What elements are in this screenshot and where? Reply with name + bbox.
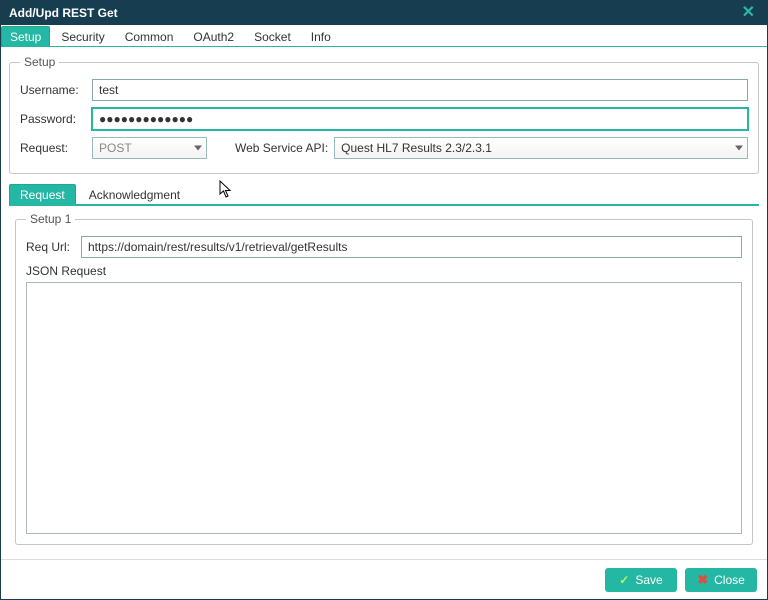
main-tabstrip: Setup Security Common OAuth2 Socket Info <box>1 25 767 47</box>
save-button[interactable]: ✓ Save <box>605 568 677 592</box>
close-label: Close <box>714 573 745 587</box>
username-label: Username: <box>20 83 92 97</box>
password-label: Password: <box>20 112 92 126</box>
json-request-textarea[interactable] <box>26 282 742 534</box>
password-input[interactable] <box>92 108 748 130</box>
tab-socket[interactable]: Socket <box>245 26 300 47</box>
tab-info[interactable]: Info <box>302 26 340 47</box>
json-request-label: JSON Request <box>26 264 742 278</box>
titlebar: Add/Upd REST Get ✕ <box>1 1 767 25</box>
webapi-value: Quest HL7 Results 2.3/2.3.1 <box>341 141 492 155</box>
request-combo[interactable]: POST <box>92 137 207 159</box>
close-icon[interactable]: ✕ <box>738 5 759 21</box>
close-icon: ✖ <box>697 572 708 588</box>
chevron-down-icon <box>194 146 202 151</box>
webapi-combo[interactable]: Quest HL7 Results 2.3/2.3.1 <box>334 137 748 159</box>
subtab-acknowledgment[interactable]: Acknowledgment <box>78 184 191 205</box>
setup1-group: Setup 1 Req Url: JSON Request <box>15 212 753 545</box>
dialog-window: Add/Upd REST Get ✕ Setup Security Common… <box>0 0 768 600</box>
footer: ✓ Save ✖ Close <box>1 559 767 599</box>
check-icon: ✓ <box>619 573 629 587</box>
tab-common[interactable]: Common <box>116 26 183 47</box>
setup-legend: Setup <box>20 55 59 69</box>
tab-setup[interactable]: Setup <box>1 26 50 47</box>
save-label: Save <box>635 573 662 587</box>
subtab-request[interactable]: Request <box>9 184 76 205</box>
username-input[interactable] <box>92 79 748 101</box>
sub-tabstrip: Request Acknowledgment <box>9 184 759 206</box>
chevron-down-icon <box>735 146 743 151</box>
requrl-input[interactable] <box>81 236 742 258</box>
tab-security[interactable]: Security <box>52 26 113 47</box>
webapi-label: Web Service API: <box>235 141 328 155</box>
requrl-label: Req Url: <box>26 240 81 254</box>
request-label: Request: <box>20 141 92 155</box>
tab-oauth2[interactable]: OAuth2 <box>184 26 243 47</box>
close-button[interactable]: ✖ Close <box>685 568 757 592</box>
setup1-legend: Setup 1 <box>26 212 75 226</box>
window-title: Add/Upd REST Get <box>9 6 118 20</box>
request-value: POST <box>99 141 132 155</box>
setup-group: Setup Username: Password: Request: POST … <box>9 55 759 174</box>
